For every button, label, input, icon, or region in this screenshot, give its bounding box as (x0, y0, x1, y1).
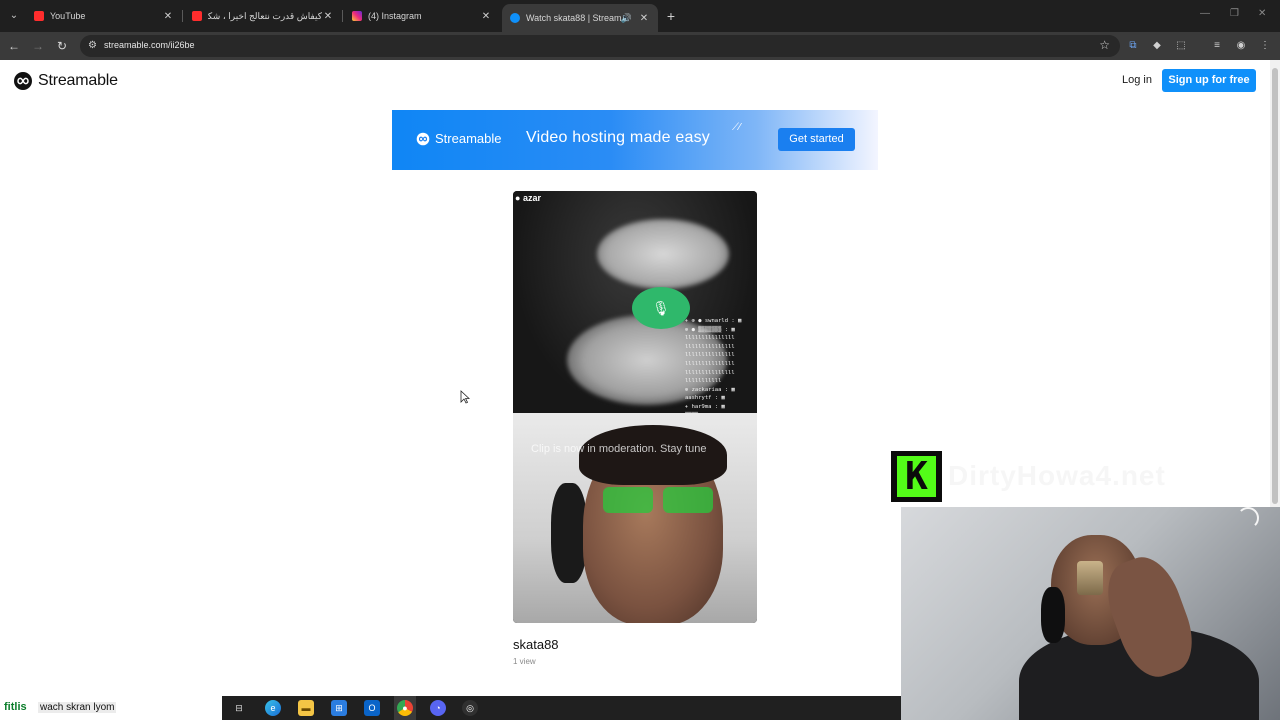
maximize-icon[interactable]: ❐ (1230, 8, 1239, 19)
tab-streamable-active[interactable]: Watch skata88 | Streamable 🔊 ✕ (502, 4, 658, 32)
instagram-favicon-icon (352, 11, 362, 21)
streamer-headphones (1041, 587, 1065, 643)
brand-name: Streamable (38, 72, 118, 89)
video-top-half: ● azar 🎙 ✈ ⊕ ● swnarld : ▦ ⊕ ● ▒▒▒▒▒▒▒ : … (513, 191, 757, 419)
extension-diamond-icon[interactable]: ◆ (1149, 38, 1165, 54)
youtube-favicon-icon (192, 11, 202, 21)
media-controls-icon[interactable]: ≡ (1209, 38, 1225, 54)
edge-browser-icon[interactable]: e (265, 700, 281, 716)
chat-line: ✈ har9ma : ▦ (685, 403, 725, 410)
live-chat-overlay: ✈ ⊕ ● swnarld : ▦ ⊕ ● ▒▒▒▒▒▒▒ : ▦ llllllll… (685, 317, 757, 420)
video-player[interactable]: ● azar 🎙 ✈ ⊕ ● swnarld : ▦ ⊕ ● ▒▒▒▒▒▒▒ : … (513, 191, 757, 623)
tab-title: Watch skata88 | Streamable (526, 13, 621, 23)
chat-line: lllllllllllllll (685, 369, 735, 376)
chat-line: lllllllllll (685, 378, 722, 385)
new-tab-button[interactable]: + (663, 6, 679, 26)
audio-playing-icon[interactable]: 🔊 (621, 13, 632, 24)
close-tab-icon[interactable]: ✕ (638, 13, 650, 24)
ticker-text: wach skran lyom (38, 702, 117, 713)
headphones-shape (551, 483, 587, 583)
address-bar[interactable]: ⚙ streamable.com/ii26be ☆ (80, 35, 1120, 57)
profile-avatar-icon[interactable]: ◉ (1233, 38, 1249, 54)
chat-line: lllllllllllllll (685, 360, 735, 367)
chat-line: lllllllllllllll (685, 343, 735, 350)
ticker-tag: fitlis (4, 701, 27, 713)
streamable-logo[interactable]: Streamable (13, 71, 118, 91)
youtube-favicon-icon (34, 11, 44, 21)
moderation-notice: Clip is now in moderation. Stay tune (531, 443, 707, 455)
ring-light (1237, 507, 1259, 529)
microphone-icon: 🎙 (632, 287, 690, 329)
extensions-puzzle-icon[interactable]: ⬚ (1173, 38, 1189, 54)
tab-youtube-arabic[interactable]: كيفاش قدرت نتعالج اخيرا ، شكون ✕ (184, 4, 342, 28)
chat-line: lllllllllllllll (685, 335, 735, 342)
translate-extension-icon[interactable]: ⧉ (1125, 38, 1141, 54)
discord-icon[interactable]: ◔ (430, 700, 446, 716)
scrollbar-thumb[interactable] (1272, 68, 1278, 504)
minimize-icon[interactable]: — (1200, 8, 1210, 19)
browser-menu-icon[interactable]: ⋮ (1257, 38, 1273, 54)
streamer-webcam (901, 507, 1280, 720)
window-close-icon[interactable]: ✕ (1258, 8, 1266, 19)
get-started-button[interactable]: Get started (778, 128, 855, 151)
login-link[interactable]: Log in (1122, 74, 1152, 86)
chat-line: ✈ ⊕ ● swnarld : ▦ (685, 318, 742, 324)
blurred-shape (597, 219, 729, 289)
bookmark-star-icon[interactable]: ☆ (1099, 38, 1110, 52)
kick-k-icon: K (897, 456, 936, 497)
view-count: 1 view (513, 657, 536, 666)
task-view-icon[interactable]: ⊟ (231, 700, 247, 716)
tab-instagram[interactable]: (4) Instagram ✕ (344, 4, 500, 28)
obs-icon[interactable]: ◎ (462, 700, 478, 716)
video-title: skata88 (513, 637, 559, 652)
signup-button[interactable]: Sign up for free (1162, 69, 1256, 92)
stream-ticker: fitlis wach skran lyom (0, 696, 222, 720)
sparkle-icon: ⟋⁄ (732, 122, 741, 133)
chat-line: aashrytf : ▦ (685, 395, 725, 402)
browser-tabstrip: ⌄ YouTube ✕ كيفاش قدرت نتعالج اخيرا ، شك… (0, 0, 1280, 32)
person-hair (579, 425, 727, 485)
tab-title: كيفاش قدرت نتعالج اخيرا ، شكون (208, 10, 322, 21)
reload-icon[interactable]: ↻ (52, 36, 72, 56)
mouse-cursor-icon (460, 390, 470, 404)
tab-divider (342, 10, 343, 22)
ad-banner[interactable]: Streamable Video hosting made easy ⟋⁄ Ge… (392, 110, 878, 170)
chat-line: ⊕ ● ▒▒▒▒▒▒▒ : ▦ (685, 326, 735, 333)
address-url[interactable]: streamable.com/ii26be (104, 40, 195, 50)
video-bottom-half: Clip is now in moderation. Stay tune (513, 413, 757, 623)
tab-divider (182, 10, 183, 22)
close-tab-icon[interactable]: ✕ (480, 11, 492, 22)
back-arrow-icon[interactable]: ← (4, 36, 24, 56)
banner-brand: Streamable (435, 131, 502, 146)
browser-toolbar: ← → ↻ ⚙ streamable.com/ii26be ☆ ⧉ ◆ ⬚ ≡ … (0, 32, 1280, 60)
microsoft-store-icon[interactable]: ⊞ (331, 700, 347, 716)
forward-arrow-icon[interactable]: → (28, 36, 48, 56)
streamable-favicon-icon (510, 13, 520, 23)
close-tab-icon[interactable]: ✕ (162, 11, 174, 22)
tab-title: (4) Instagram (368, 11, 422, 21)
banner-logo: Streamable (416, 131, 501, 146)
chat-line: lllllllllllllll (685, 352, 735, 359)
tab-search-chevron-icon[interactable]: ⌄ (4, 6, 24, 26)
windows-taskbar: fitlis wach skran lyom ⊟ e ▬ ⊞ O ● ◔ ◎ (0, 696, 901, 720)
banner-tagline: Video hosting made easy (526, 129, 710, 146)
infinity-logo-icon (416, 132, 430, 145)
infinity-logo-icon (14, 72, 32, 90)
site-info-icon[interactable]: ⚙ (88, 39, 100, 53)
streamer-handle-watermark: DirtyHowa4.net (948, 460, 1166, 491)
drinking-cup (1077, 561, 1103, 595)
chat-line: ⊕ zackariaa : ▦ (685, 386, 735, 393)
tab-title: YouTube (50, 11, 86, 21)
file-explorer-icon[interactable]: ▬ (298, 700, 314, 716)
green-glasses (603, 487, 719, 517)
azar-watermark: ● azar (515, 193, 541, 203)
close-tab-icon[interactable]: ✕ (322, 11, 334, 22)
outlook-icon[interactable]: O (364, 700, 380, 716)
kick-logo: K (891, 451, 942, 502)
chrome-icon[interactable]: ● (397, 700, 413, 716)
tab-youtube[interactable]: YouTube ✕ (26, 4, 182, 28)
